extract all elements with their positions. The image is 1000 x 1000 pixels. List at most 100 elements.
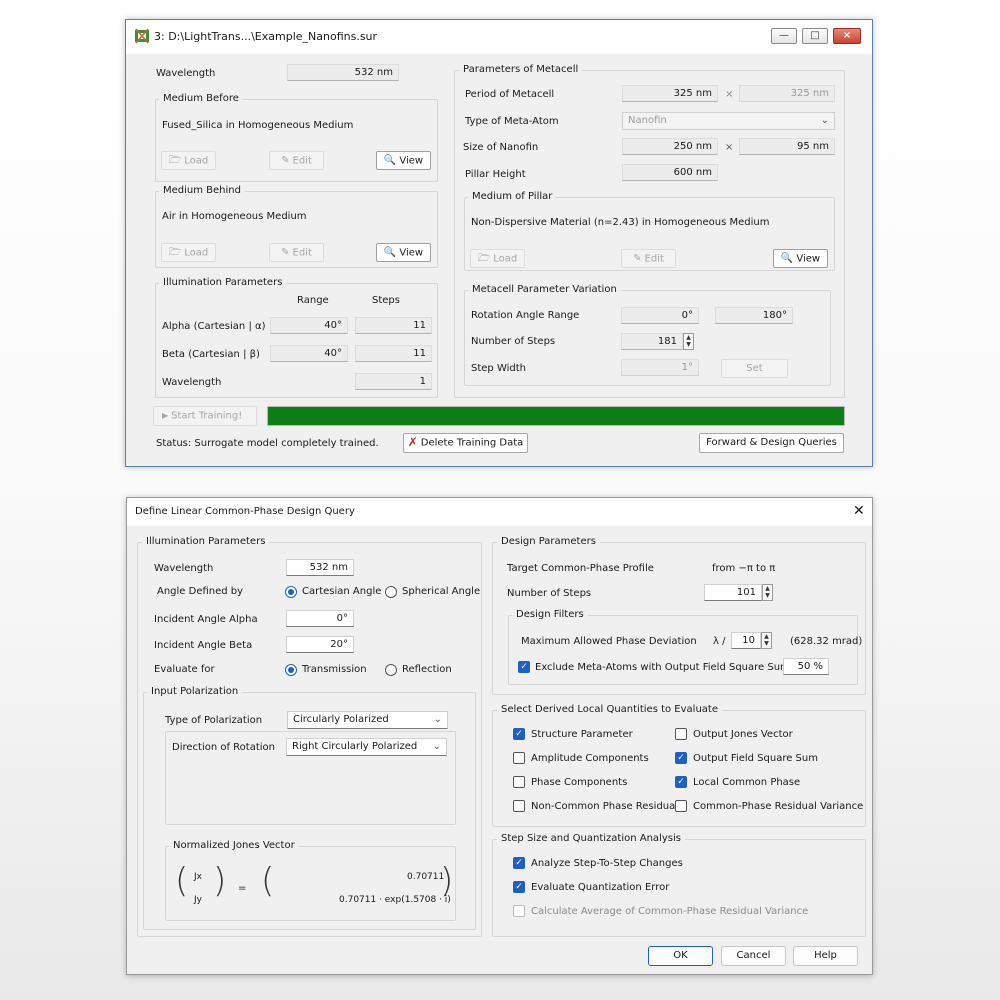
number-of-steps-field[interactable]: 181 <box>621 333 683 350</box>
reflection-radio[interactable] <box>385 664 397 676</box>
profile-label: Target Common-Phase Profile <box>507 563 654 574</box>
derived-quantities-group: Select Derived Local Quantities to Evalu… <box>492 704 866 827</box>
medium-behind-view-button[interactable]: 🔍 View <box>376 243 431 262</box>
local-common-phase-checkbox[interactable]: ✓ <box>675 776 687 788</box>
polarization-type-select[interactable]: Circularly Polarized ⌄ <box>287 711 448 729</box>
output-field-square-sum-label: Output Field Square Sum <box>693 753 818 764</box>
structure-parameter-label: Structure Parameter <box>531 729 633 740</box>
close-icon[interactable]: ✕ <box>853 503 865 519</box>
dlg-wavelength-input[interactable]: 532 nm <box>286 559 354 576</box>
atom-type-label: Type of Meta-Atom <box>465 116 559 127</box>
set-button[interactable]: Set <box>721 359 788 378</box>
maximize-button[interactable]: □ <box>802 28 828 44</box>
medium-before-load-button[interactable]: 🗁 Load <box>161 151 216 170</box>
jones-vx: 0.70711 <box>407 872 445 882</box>
amplitude-components-checkbox[interactable] <box>513 752 525 764</box>
close-button[interactable]: × <box>833 28 861 44</box>
ok-button[interactable]: OK <box>648 946 713 966</box>
period-x-field[interactable]: 325 nm <box>622 85 718 102</box>
red-x-icon: ✗ <box>407 435 418 449</box>
alpha-label: Alpha (Cartesian | α) <box>162 321 266 332</box>
phase-components-checkbox[interactable] <box>513 776 525 788</box>
phase-deviation-spinner[interactable]: ▲ ▼ <box>761 632 772 649</box>
delete-training-button[interactable]: ✗ Delete Training Data <box>403 433 528 453</box>
title-bar: 3: D:\LightTrans...\Example_Nanofins.sur… <box>126 20 872 54</box>
period-y-field[interactable]: 325 nm <box>739 85 835 102</box>
phase-deviation-input[interactable]: 10 <box>731 632 761 649</box>
range-header: Range <box>297 295 329 306</box>
start-training-button[interactable]: ▶ Start Training! <box>153 406 257 426</box>
quantization-error-label: Evaluate Quantization Error <box>531 882 670 893</box>
alpha-range-field[interactable]: 40° <box>270 317 348 334</box>
folder-icon: 🗁 <box>168 247 182 258</box>
main-window: 3: D:\LightTrans...\Example_Nanofins.sur… <box>125 19 873 467</box>
medium-before-view-button[interactable]: 🔍 View <box>376 151 431 170</box>
medium-behind-load-button[interactable]: 🗁 Load <box>161 243 216 262</box>
dlg-illumination-title: Illumination Parameters <box>142 536 270 547</box>
dlg-illumination-group: Illumination Parameters Wavelength 532 n… <box>137 536 482 937</box>
pillar-view-button[interactable]: 🔍 View <box>773 249 828 268</box>
illum-wavelength-label: Wavelength <box>162 377 222 388</box>
transmission-radio[interactable] <box>285 664 297 676</box>
period-separator: × <box>725 89 734 100</box>
medium-before-name: Fused_Silica in Homogeneous Medium <box>162 120 354 131</box>
forward-design-queries-button[interactable]: Forward & Design Queries <box>699 433 844 453</box>
pillar-height-field[interactable]: 600 nm <box>622 164 718 181</box>
jones-equals: = <box>238 883 247 894</box>
minimize-button[interactable]: — <box>771 28 797 44</box>
left-paren-icon: ( <box>261 861 275 901</box>
beta-range-field[interactable]: 40° <box>270 345 348 362</box>
phase-deviation-mrad: (628.32 mrad) <box>790 636 863 647</box>
nanofin-size-label: Size of Nanofin <box>463 142 539 153</box>
analyze-step-checkbox[interactable]: ✓ <box>513 857 525 869</box>
exclude-threshold-input[interactable]: 50 % <box>783 658 829 675</box>
structure-parameter-checkbox[interactable]: ✓ <box>513 728 525 740</box>
rotation-to-field[interactable]: 180° <box>715 307 793 324</box>
incident-alpha-input[interactable]: 0° <box>286 610 354 627</box>
non-common-phase-residuals-checkbox[interactable] <box>513 800 525 812</box>
nanofin-size-y-field[interactable]: 95 nm <box>739 138 835 155</box>
rotation-from-field[interactable]: 0° <box>621 307 699 324</box>
incident-beta-input[interactable]: 20° <box>286 636 354 653</box>
steps-spinner[interactable]: ▲ ▼ <box>683 333 694 350</box>
jones-vector-title: Normalized Jones Vector <box>169 840 299 851</box>
residual-average-checkbox[interactable] <box>513 905 525 917</box>
polarization-group: Input Polarization Type of Polarization … <box>143 686 476 930</box>
output-jones-vector-checkbox[interactable] <box>675 728 687 740</box>
rotation-direction-select[interactable]: Right Circularly Polarized ⌄ <box>286 738 447 756</box>
period-label: Period of Metacell <box>465 89 555 100</box>
nanofin-size-x-field[interactable]: 250 nm <box>622 138 718 155</box>
quantization-error-checkbox[interactable]: ✓ <box>513 881 525 893</box>
rotation-range-label: Rotation Angle Range <box>471 310 580 321</box>
medium-behind-edit-button[interactable]: ✎ Edit <box>269 243 324 262</box>
common-phase-residual-variance-checkbox[interactable] <box>675 800 687 812</box>
transmission-label: Transmission <box>302 664 367 675</box>
pillar-edit-button[interactable]: ✎ Edit <box>621 249 676 268</box>
wavelength-steps-field[interactable]: 1 <box>355 373 432 390</box>
exclude-meta-atoms-checkbox[interactable]: ✓ <box>518 661 530 673</box>
atom-type-select[interactable]: Nanofin ⌄ <box>622 112 835 130</box>
beta-steps-field[interactable]: 11 <box>355 345 432 362</box>
design-steps-input[interactable]: 101 <box>704 584 762 601</box>
alpha-steps-field[interactable]: 11 <box>355 317 432 334</box>
medium-before-edit-button[interactable]: ✎ Edit <box>269 151 324 170</box>
reflection-label: Reflection <box>402 664 452 675</box>
step-width-field[interactable]: 1° <box>621 359 699 376</box>
folder-icon: 🗁 <box>477 253 491 264</box>
non-common-phase-residuals-label: Non-Common Phase Residuals <box>531 801 684 812</box>
metacell-group: Parameters of Metacell Period of Metacel… <box>454 64 845 398</box>
wavelength-field[interactable]: 532 nm <box>287 64 399 81</box>
window-title: 3: D:\LightTrans...\Example_Nanofins.sur <box>154 30 378 43</box>
help-button[interactable]: Help <box>793 946 858 966</box>
common-phase-residual-variance-label: Common-Phase Residual Variance <box>693 801 864 812</box>
cancel-button[interactable]: Cancel <box>721 946 786 966</box>
rotation-group: Direction of Rotation Right Circularly P… <box>165 731 456 825</box>
design-steps-spinner[interactable]: ▲ ▼ <box>762 584 773 601</box>
output-field-square-sum-checkbox[interactable]: ✓ <box>675 752 687 764</box>
wavelength-label: Wavelength <box>156 68 216 79</box>
spherical-radio[interactable] <box>385 586 397 598</box>
left-paren-icon: ( <box>175 861 189 901</box>
local-common-phase-label: Local Common Phase <box>693 777 801 788</box>
cartesian-radio[interactable] <box>285 586 297 598</box>
pillar-load-button[interactable]: 🗁 Load <box>470 249 525 268</box>
